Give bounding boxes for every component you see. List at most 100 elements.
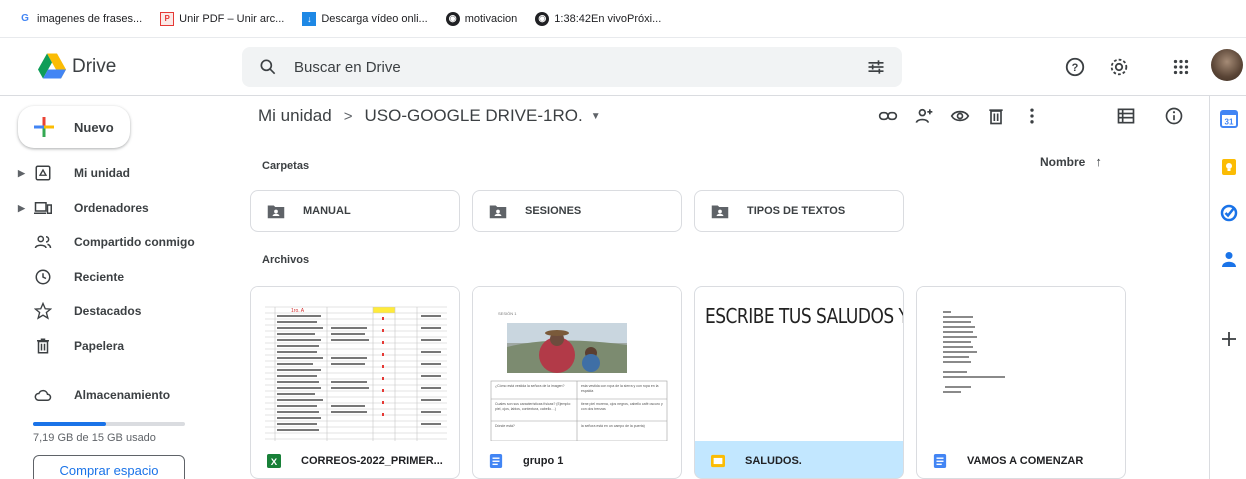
star-icon	[34, 302, 52, 320]
docs-icon	[933, 453, 947, 468]
files-heading: Archivos	[262, 254, 310, 266]
bookmark-item[interactable]: P Unir PDF – Unir arc...	[160, 11, 284, 26]
preview-eye-icon[interactable]	[950, 106, 970, 126]
clock-icon	[35, 269, 51, 285]
link-icon[interactable]	[878, 106, 898, 126]
breadcrumb: Mi unidad > USO-GOOGLE DRIVE-1RO. ▼	[258, 106, 601, 126]
sort-control[interactable]: Nombre ↑	[1040, 154, 1102, 169]
new-button[interactable]: Nuevo	[18, 106, 130, 148]
bookmark-label: 1:38:42En vivoPróxi...	[554, 12, 662, 25]
folder-card[interactable]: TIPOS DE TEXTOS	[694, 190, 904, 232]
tasks-icon[interactable]	[1220, 204, 1238, 222]
file-card[interactable]: SESIÓN 1 ¿Cómo está vestida la señora de…	[472, 286, 682, 479]
search-options-icon[interactable]	[866, 57, 886, 77]
info-icon[interactable]	[1164, 106, 1184, 126]
bookmark-item[interactable]: G imagenes de frases...	[18, 12, 142, 26]
trash-icon	[37, 338, 49, 354]
folder-card[interactable]: SESIONES	[472, 190, 682, 232]
people-icon	[34, 235, 52, 249]
file-card[interactable]: 1ro. A X CORREOS-2022_PRIMER...	[250, 286, 460, 479]
sidebar-item-my-drive[interactable]: ▶ Mi unidad	[0, 158, 230, 188]
apps-grid-icon[interactable]	[1170, 56, 1192, 78]
doc-preview-question: Dónde está?	[495, 424, 515, 428]
keep-icon[interactable]	[1220, 158, 1238, 176]
drive-icon	[35, 165, 51, 181]
buy-storage-button[interactable]: Comprar espacio	[33, 455, 185, 479]
app-header: Drive Buscar en Drive ?	[0, 38, 1246, 96]
file-meta: SALUDOS.	[695, 441, 903, 478]
trash-icon[interactable]	[986, 106, 1006, 126]
file-card[interactable]: VAMOS A COMENZAR	[916, 286, 1126, 479]
search-icon[interactable]	[258, 57, 278, 77]
list-view-icon[interactable]	[1116, 106, 1136, 126]
doc-preview-answer: tiene piel morena, ojos negros, cabello …	[581, 402, 663, 411]
sidebar-item-label: Mi unidad	[74, 166, 130, 180]
svg-text:31: 31	[1225, 118, 1234, 127]
drive-logo-icon[interactable]	[38, 52, 66, 80]
pdf-icon: P	[160, 11, 175, 26]
search-bar[interactable]: Buscar en Drive	[242, 47, 902, 87]
svg-text:?: ?	[1072, 62, 1079, 74]
file-meta: VAMOS A COMENZAR	[917, 441, 1125, 478]
doc-preview-title: SESIÓN 1	[498, 311, 517, 316]
sidebar-item-label: Destacados	[74, 304, 142, 318]
bookmark-item[interactable]: ↓ Descarga vídeo onli...	[302, 11, 428, 26]
cloud-icon	[34, 389, 52, 401]
expand-caret-icon[interactable]: ▶	[18, 168, 25, 179]
sidebar-item-shared[interactable]: Compartido conmigo	[0, 227, 230, 257]
contacts-icon[interactable]	[1220, 250, 1238, 268]
svg-text:1ro. A: 1ro. A	[291, 308, 305, 314]
file-thumbnail: 1ro. A	[251, 287, 459, 441]
spreadsheet-thumbnail: 1ro. A	[265, 305, 447, 441]
add-addon-plus-icon[interactable]	[1220, 330, 1238, 348]
sidebar-item-label: Reciente	[74, 270, 125, 284]
sidebar-item-trash[interactable]: Papelera	[0, 331, 230, 361]
calendar-icon[interactable]: 31	[1220, 110, 1238, 128]
sort-arrow-up-icon[interactable]: ↑	[1095, 154, 1102, 169]
file-name: CORREOS-2022_PRIMER...	[301, 454, 443, 467]
chevron-down-icon[interactable]: ▼	[591, 111, 601, 122]
bookmark-item[interactable]: ◉ motivacion	[445, 11, 518, 26]
breadcrumb-separator: >	[343, 107, 353, 125]
bookmark-label: motivacion	[464, 12, 518, 25]
main-content: Mi unidad > USO-GOOGLE DRIVE-1RO. ▼ Carp…	[232, 96, 1207, 479]
sidebar-item-starred[interactable]: Destacados	[0, 296, 230, 326]
file-thumbnail: ESCRIBE TUS SALUDOS Y Q	[695, 287, 903, 441]
search-input[interactable]: Buscar en Drive	[294, 59, 401, 76]
sidebar-item-label: Compartido conmigo	[74, 235, 195, 249]
globe-icon: ◉	[445, 11, 460, 26]
avatar[interactable]	[1211, 49, 1243, 81]
file-thumbnail	[917, 287, 1125, 441]
breadcrumb-current[interactable]: USO-GOOGLE DRIVE-1RO.	[364, 106, 582, 126]
bookmarks-bar: G imagenes de frases... P Unir PDF – Uni…	[0, 0, 1246, 38]
bookmark-item[interactable]: ◉ 1:38:42En vivoPróxi...	[535, 11, 662, 26]
document-thumbnail	[943, 311, 1005, 393]
sidebar-item-storage[interactable]: Almacenamiento	[0, 380, 230, 410]
file-card-selected[interactable]: ESCRIBE TUS SALUDOS Y Q SALUDOS.	[694, 286, 904, 479]
google-g-icon: G	[21, 13, 29, 24]
folders-heading: Carpetas	[262, 160, 310, 172]
shared-folder-icon	[711, 205, 729, 218]
expand-caret-icon[interactable]: ▶	[18, 203, 25, 214]
doc-preview-question: Cuales son sus características físicas? …	[495, 402, 572, 411]
file-meta: X CORREOS-2022_PRIMER...	[251, 441, 459, 478]
app-name[interactable]: Drive	[72, 56, 116, 78]
new-button-label: Nuevo	[74, 119, 114, 135]
sidebar-item-recent[interactable]: Reciente	[0, 262, 230, 292]
doc-preview-answer: esta vestida con ropa de la sierra y con…	[581, 384, 659, 393]
help-icon[interactable]: ?	[1064, 56, 1086, 78]
file-thumbnail: SESIÓN 1 ¿Cómo está vestida la señora de…	[473, 287, 681, 441]
folder-card[interactable]: MANUAL	[250, 190, 460, 232]
breadcrumb-root[interactable]: Mi unidad	[258, 106, 332, 126]
slides-icon	[711, 454, 725, 467]
folder-name: TIPOS DE TEXTOS	[747, 205, 846, 217]
plus-icon	[34, 117, 54, 137]
svg-text:X: X	[271, 456, 278, 467]
docs-icon	[489, 453, 503, 468]
add-person-icon[interactable]	[914, 106, 934, 126]
settings-gear-icon[interactable]	[1108, 56, 1130, 78]
more-vert-icon[interactable]	[1022, 106, 1042, 126]
sidebar-item-computers[interactable]: ▶ Ordenadores	[0, 193, 230, 223]
sidebar-item-label: Almacenamiento	[74, 388, 171, 402]
computer-icon	[34, 202, 52, 214]
